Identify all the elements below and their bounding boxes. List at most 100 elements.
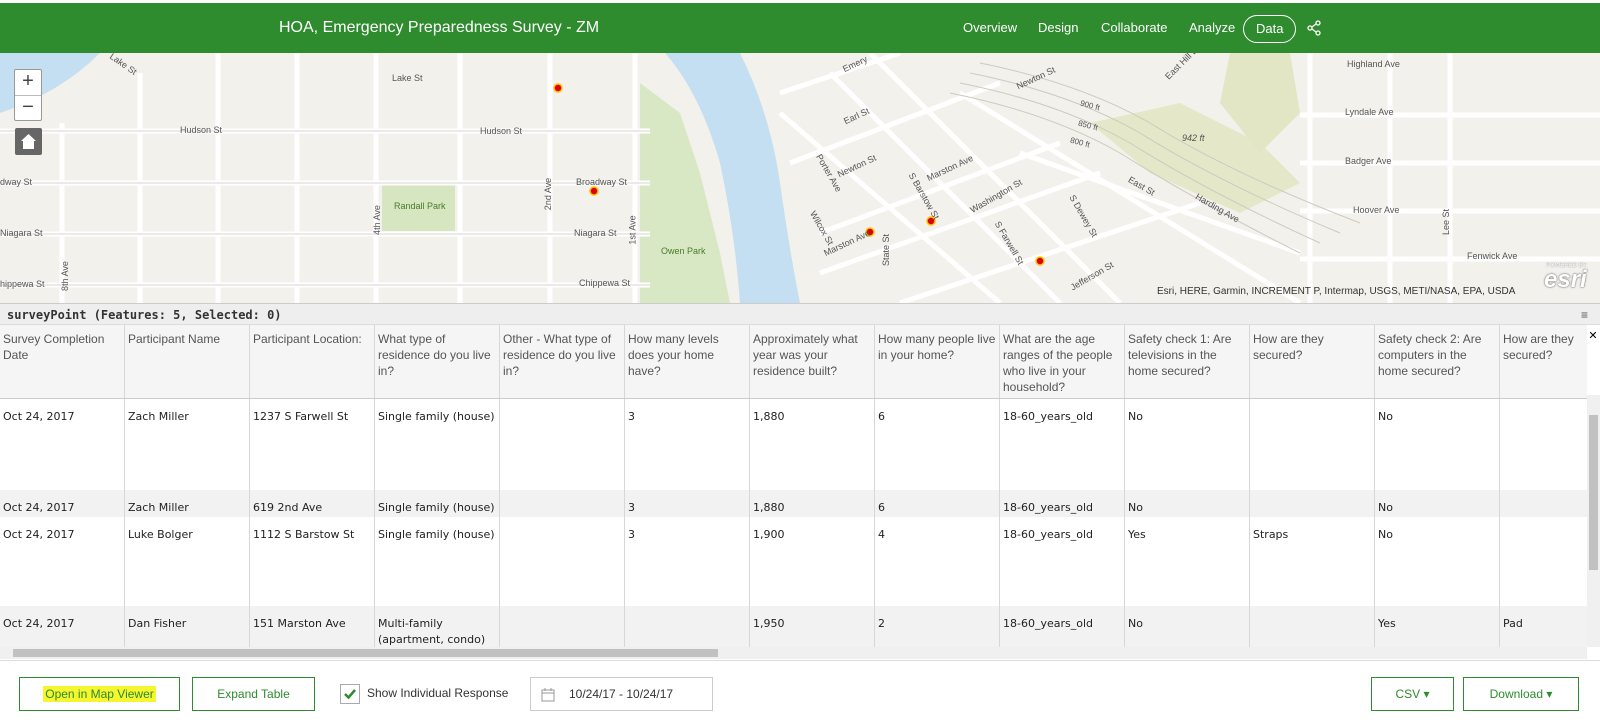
- table-title-bar: surveyPoint (Features: 5, Selected: 0) ≡: [0, 303, 1600, 325]
- table-cell: Straps: [1250, 517, 1375, 606]
- map-label: State St: [881, 233, 892, 267]
- column-header[interactable]: Other - What type of residence do you li…: [500, 325, 625, 398]
- csv-dropdown-button[interactable]: CSV ▾: [1371, 677, 1454, 711]
- scroll-thumb[interactable]: [1589, 415, 1598, 570]
- column-header[interactable]: What type of residence do you live in?: [375, 325, 500, 398]
- column-header[interactable]: Safety check 1: Are televisions in the h…: [1125, 325, 1250, 398]
- map-label: Lee St: [1441, 208, 1452, 236]
- zoom-in-button[interactable]: +: [15, 70, 41, 95]
- table-cell: [1250, 490, 1375, 517]
- home-button[interactable]: [15, 128, 42, 155]
- table-cell: Single family (house): [375, 490, 500, 517]
- table-header: Survey Completion Date Participant Name Pa…: [0, 325, 1587, 399]
- calendar-icon: [541, 688, 555, 702]
- tab-overview[interactable]: Overview: [963, 3, 1017, 53]
- tab-design[interactable]: Design: [1038, 3, 1078, 53]
- table-row[interactable]: Oct 24, 2017 Luke Bolger 1112 S Barstow St…: [0, 517, 1587, 606]
- column-header[interactable]: Approximately what year was your residen…: [750, 325, 875, 398]
- map-label: Niagara St: [0, 228, 43, 238]
- map-label: 4th Ave: [371, 205, 382, 235]
- survey-title: HOA, Emergency Preparedness Survey - ZM: [279, 19, 600, 36]
- table-cell: Zach Miller: [125, 490, 250, 517]
- download-dropdown-button[interactable]: Download ▾: [1463, 677, 1579, 711]
- table-cell: 18-60_years_old: [1000, 606, 1125, 647]
- tab-collaborate[interactable]: Collaborate: [1101, 3, 1168, 53]
- table-cell: Oct 24, 2017: [0, 490, 125, 517]
- map-label: Hoover Ave: [1353, 205, 1400, 215]
- table-cell: 1112 S Barstow St: [250, 517, 375, 606]
- close-icon[interactable]: ✕: [1587, 330, 1599, 342]
- share-icon[interactable]: [1306, 20, 1322, 36]
- table-row[interactable]: Oct 24, 2017 Dan Fisher 151 Marston Ave Mul…: [0, 606, 1587, 647]
- table-cell: [1500, 399, 1587, 490]
- table-cell: [625, 606, 750, 647]
- vertical-scrollbar[interactable]: [1587, 395, 1600, 647]
- table-cell: No: [1125, 490, 1250, 517]
- table-cell: Oct 24, 2017: [0, 606, 125, 647]
- column-header[interactable]: How are they secured?: [1500, 325, 1587, 398]
- table-cell: Single family (house): [375, 399, 500, 490]
- table-cell: 1,880: [750, 490, 875, 517]
- table-body: Oct 24, 2017 Zach Miller 1237 S Farwell St…: [0, 399, 1587, 647]
- map-label: Badger Ave: [1345, 156, 1392, 166]
- column-header[interactable]: What are the age ranges of the people wh…: [1000, 325, 1125, 398]
- zoom-out-button[interactable]: −: [15, 95, 41, 120]
- table-cell: No: [1375, 399, 1500, 490]
- table-cell: 6: [875, 490, 1000, 517]
- column-header[interactable]: Survey Completion Date: [0, 325, 125, 398]
- table-cell: Single family (house): [375, 517, 500, 606]
- home-icon: [21, 134, 36, 149]
- table-row[interactable]: Oct 24, 2017 Zach Miller 1237 S Farwell St…: [0, 399, 1587, 490]
- table-cell: [1250, 399, 1375, 490]
- table-row[interactable]: Oct 24, 2017 Zach Miller 619 2nd Ave Single…: [0, 490, 1587, 517]
- table-cell: 1,880: [750, 399, 875, 490]
- map-label: Lake St: [392, 73, 423, 83]
- column-header[interactable]: Participant Location:: [250, 325, 375, 398]
- column-header[interactable]: How are they secured?: [1250, 325, 1375, 398]
- show-individual-checkbox[interactable]: [340, 684, 360, 704]
- table-cell: 3: [625, 399, 750, 490]
- tab-data[interactable]: Data: [1243, 15, 1297, 43]
- toolbar-divider: [0, 660, 1600, 661]
- map-label: Hudson St: [180, 125, 223, 135]
- map-attribution: Esri, HERE, Garmin, INCREMENT P, Interma…: [1157, 286, 1516, 297]
- map-label: hippewa St: [0, 279, 45, 289]
- map-label: dway St: [0, 177, 33, 187]
- expand-table-button[interactable]: Expand Table: [192, 677, 315, 711]
- map-view[interactable]: Lake St Lake St Hudson St Hudson St dway…: [0, 53, 1600, 303]
- table-cell: 6: [875, 399, 1000, 490]
- attribute-table[interactable]: Survey Completion Date Participant Name Pa…: [0, 325, 1587, 647]
- esri-logo: esri: [1544, 266, 1587, 293]
- table-cell: 18-60_years_old: [1000, 517, 1125, 606]
- table-cell: 2: [875, 606, 1000, 647]
- column-header[interactable]: How many levels does your home have?: [625, 325, 750, 398]
- table-cell: 1,950: [750, 606, 875, 647]
- table-cell: No: [1375, 490, 1500, 517]
- table-cell: [1500, 490, 1587, 517]
- table-cell: Dan Fisher: [125, 606, 250, 647]
- column-header[interactable]: Participant Name: [125, 325, 250, 398]
- table-cell: [500, 490, 625, 517]
- table-menu-icon[interactable]: ≡: [1581, 308, 1588, 322]
- map-label: Owen Park: [661, 246, 706, 256]
- column-header[interactable]: How many people live in your home?: [875, 325, 1000, 398]
- map-label: 2nd Ave: [543, 177, 554, 211]
- map-label: 1st Ave: [627, 215, 638, 245]
- column-header[interactable]: Safety check 2: Are computers in the hom…: [1375, 325, 1500, 398]
- table-cell: No: [1125, 606, 1250, 647]
- table-cell: 1,900: [750, 517, 875, 606]
- horizontal-scrollbar[interactable]: [0, 647, 1587, 659]
- open-in-map-viewer-button[interactable]: Open in Map Viewer: [19, 677, 180, 711]
- map-label: Fenwick Ave: [1467, 251, 1518, 261]
- table-title: surveyPoint (Features: 5, Selected: 0): [7, 308, 282, 322]
- table-cell: 151 Marston Ave: [250, 606, 375, 647]
- map-label: 8th Ave: [59, 261, 70, 291]
- tab-analyze[interactable]: Analyze: [1189, 3, 1235, 53]
- date-range-picker[interactable]: 10/24/17 - 10/24/17: [530, 677, 713, 711]
- map-label: Randall Park: [394, 201, 446, 211]
- app-header: HOA, Emergency Preparedness Survey - ZM …: [0, 3, 1600, 53]
- table-cell: 3: [625, 490, 750, 517]
- scroll-thumb[interactable]: [13, 649, 718, 657]
- map-label: Broadway St: [576, 177, 628, 187]
- table-cell: [500, 606, 625, 647]
